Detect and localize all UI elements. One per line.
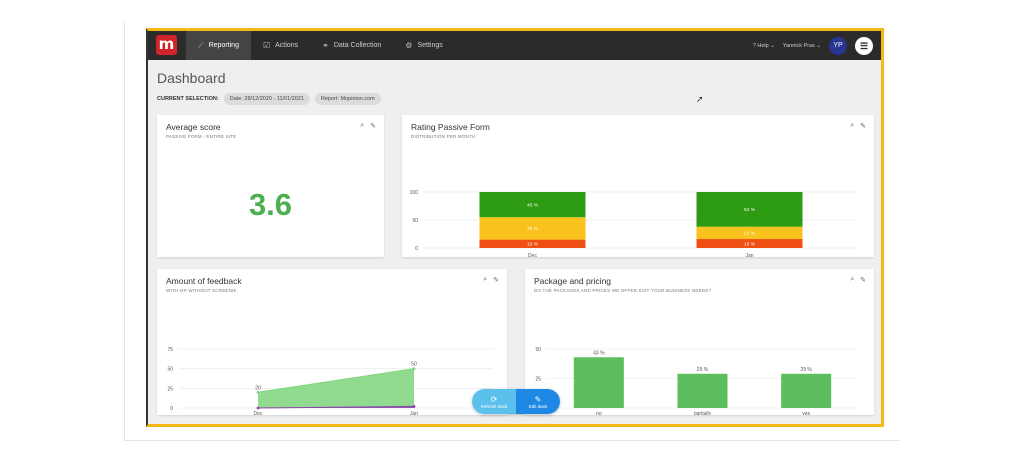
nav-item-label: Reporting — [208, 42, 239, 49]
selection-label: CURRENT SELECTION: — [157, 96, 219, 102]
x-tick-label: Jan — [745, 253, 753, 257]
nav-item-actions[interactable]: ☑ Actions — [251, 31, 310, 60]
x-tick-label: Dec — [528, 253, 537, 257]
bar — [677, 373, 728, 408]
refresh-icon: ⟳ — [490, 394, 498, 404]
mouse-cursor-icon: ➚ — [696, 94, 704, 104]
nav-item-label: Actions — [275, 42, 299, 49]
dashboard-fab-group: ⟳ Refresh dash ✎ Edit dash — [472, 389, 560, 414]
card-tools: ⌕ ✎ — [360, 122, 376, 130]
report-filter-chip[interactable]: Report: Mopinion.com — [314, 93, 381, 105]
page-rule-bottom — [124, 440, 900, 441]
app-logo[interactable]: m — [156, 35, 177, 55]
link-icon: ⚭ — [322, 41, 329, 50]
x-tick-label: yes — [802, 411, 810, 415]
y-tick-label: 0 — [415, 246, 418, 252]
help-menu[interactable]: ? Help ⌄ — [753, 43, 775, 49]
x-tick-label: no — [596, 411, 602, 415]
zoom-icon[interactable]: ⌕ — [360, 122, 364, 130]
edit-dash-button[interactable]: ✎ Edit dash — [516, 389, 560, 414]
gear-icon: ⚙ — [405, 41, 413, 50]
page-rule-left — [124, 22, 125, 442]
feedback-area-chart: 75502502050DecJanurlwithout screenie — [167, 347, 493, 415]
rating-passive-form-card: Rating Passive Form DISTRIBUTION PER MON… — [402, 115, 874, 257]
y-tick-label: 50 — [535, 347, 541, 353]
pencil-icon[interactable]: ✎ — [370, 122, 376, 130]
card-title: Average score — [166, 122, 221, 132]
top-navigation-bar: m ⟋ Reporting ☑ Actions ⚭ Data Collectio… — [148, 31, 881, 60]
refresh-dash-button[interactable]: ⟳ Refresh dash — [472, 389, 516, 414]
average-score-value: 3.6 — [248, 187, 293, 222]
data-point — [412, 367, 416, 371]
y-tick-label: 75 — [167, 347, 173, 353]
bar-data-label: 40 % — [527, 226, 539, 232]
bar — [573, 357, 624, 408]
chevron-down-icon: ⌄ — [770, 42, 775, 49]
nav-item-label: Settings — [417, 42, 443, 49]
bar-data-label: 62 % — [744, 207, 756, 213]
data-point — [256, 406, 260, 410]
help-icon: ? — [752, 42, 756, 49]
package-and-pricing-card: Package and pricing DO THE PACKAGES AND … — [525, 269, 874, 415]
nav-item-reporting[interactable]: ⟋ Reporting — [186, 31, 251, 60]
bar-data-label: 16 % — [744, 241, 756, 247]
y-tick-label: 25 — [167, 386, 173, 392]
user-area: ? Help ⌄ Yannick Pras ⌄ YP ☰ — [753, 31, 873, 60]
current-selection: CURRENT SELECTION: Date: 28/12/2020 - 11… — [157, 93, 381, 105]
point-data-label: 50 — [411, 362, 417, 368]
list-icon: ☑ — [262, 41, 271, 50]
nav-item-settings[interactable]: ⚙ Settings — [393, 31, 454, 60]
y-tick-label: 0 — [170, 406, 173, 412]
nav-item-data-collection[interactable]: ⚭ Data Collection — [310, 31, 393, 60]
chevron-down-icon: ⌄ — [816, 42, 821, 49]
average-score-card: Average score PASSIVE FORM - ENTIRE SITE… — [157, 115, 384, 257]
app-window: m ⟋ Reporting ☑ Actions ⚭ Data Collectio… — [146, 28, 884, 427]
bar-data-label: 22 % — [744, 231, 756, 237]
nav-item-label: Data Collection — [333, 42, 382, 49]
point-data-label: 20 — [255, 385, 261, 391]
chat-icon[interactable]: ☰ — [855, 36, 873, 55]
data-point — [256, 390, 260, 394]
page-title: Dashboard — [157, 70, 226, 86]
bar-data-label: 29 % — [800, 367, 812, 373]
data-point — [412, 405, 416, 408]
bar-data-label: 29 % — [697, 367, 709, 373]
bar — [781, 373, 832, 408]
y-tick-label: 50 — [167, 367, 173, 373]
y-tick-label: 50 — [412, 218, 418, 224]
rating-stacked-bar-chart: 10050015 %40 %45 %Dec16 %22 %62 %JanTop … — [410, 190, 858, 257]
package-bar-chart: 5025043 %no29 %partially29 %yesGCR — [535, 347, 858, 415]
chart-icon: ⟋ — [198, 40, 204, 50]
main-nav: ⟋ Reporting ☑ Actions ⚭ Data Collection … — [186, 31, 455, 60]
date-filter-chip[interactable]: Date: 28/12/2020 - 11/01/2021 — [223, 93, 310, 105]
avatar[interactable]: YP — [829, 36, 847, 55]
x-tick-label: partially — [694, 411, 712, 415]
pencil-icon: ✎ — [534, 394, 542, 404]
amount-of-feedback-card: Amount of feedback WITH OR WITHOUT SCREE… — [157, 269, 507, 415]
y-tick-label: 25 — [535, 377, 541, 383]
card-subtitle: PASSIVE FORM - ENTIRE SITE — [166, 134, 237, 139]
bar-data-label: 15 % — [527, 242, 539, 248]
x-tick-label: Jan — [410, 411, 418, 415]
bar-data-label: 43 % — [593, 350, 605, 356]
bar-data-label: 45 % — [527, 202, 539, 208]
x-tick-label: Dec — [254, 411, 263, 415]
y-tick-label: 100 — [410, 190, 419, 196]
user-menu[interactable]: Yannick Pras ⌄ — [783, 43, 821, 49]
